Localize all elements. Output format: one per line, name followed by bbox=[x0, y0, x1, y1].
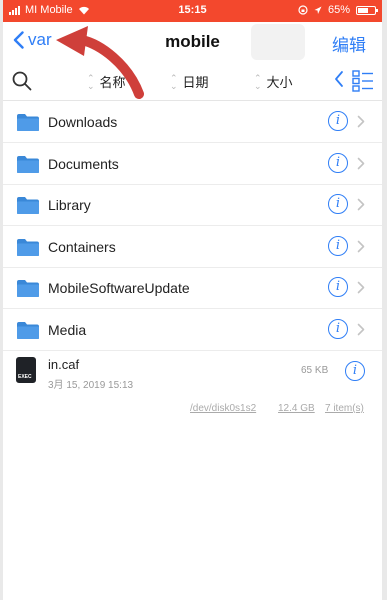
battery-percent: 65% bbox=[327, 4, 350, 16]
sort-by-date-button[interactable]: ⌃ ⌄ 日期 bbox=[170, 72, 209, 91]
info-icon[interactable]: i bbox=[328, 152, 348, 173]
folder-name: Library bbox=[48, 197, 91, 213]
item-count: 7 item(s) bbox=[325, 403, 364, 414]
sort-arrows-icon: ⌃ ⌄ bbox=[87, 72, 95, 91]
storage-capacity: 12.4 GB bbox=[278, 403, 315, 414]
folder-icon bbox=[17, 238, 39, 256]
file-row[interactable]: EXEC in.caf 3月 15, 2019 15:13 65 KB i bbox=[3, 348, 382, 396]
sort-name-label: 名称 bbox=[99, 75, 126, 90]
grid-view-icon[interactable] bbox=[352, 70, 374, 92]
folder-row[interactable]: Library i bbox=[3, 184, 382, 226]
folder-name: Documents bbox=[48, 155, 119, 172]
info-icon[interactable]: i bbox=[328, 111, 348, 131]
folder-row[interactable]: MobileSoftwareUpdate i bbox=[3, 267, 382, 309]
sort-by-name-button[interactable]: ⌃ ⌄ 名称 bbox=[87, 72, 126, 91]
info-icon[interactable]: i bbox=[345, 361, 365, 381]
chevron-right-icon bbox=[357, 157, 365, 169]
file-name: in.caf bbox=[48, 357, 80, 372]
info-icon[interactable]: i bbox=[328, 277, 348, 297]
folder-icon bbox=[17, 280, 39, 297]
sort-by-size-button[interactable]: ⌃ ⌄ 大小 bbox=[254, 72, 293, 91]
status-bar: MI Mobile 15:15 65% bbox=[3, 0, 382, 22]
overlay-ghost bbox=[251, 24, 305, 60]
collapse-chevron-icon[interactable] bbox=[334, 70, 344, 88]
file-icon-label: EXEC bbox=[18, 374, 32, 380]
sort-arrows-icon: ⌃ ⌄ bbox=[254, 72, 262, 91]
folder-icon bbox=[17, 197, 39, 214]
folder-row[interactable]: Downloads i bbox=[3, 101, 382, 143]
page-title: mobile bbox=[165, 32, 220, 51]
folder-row[interactable]: Containers i bbox=[3, 226, 382, 268]
executable-file-icon: EXEC bbox=[16, 357, 36, 383]
chevron-right-icon bbox=[357, 115, 365, 128]
sort-size-label: 大小 bbox=[266, 75, 293, 90]
sort-date-label: 日期 bbox=[182, 75, 209, 90]
info-icon[interactable]: i bbox=[328, 318, 348, 339]
rotation-lock-icon bbox=[298, 5, 308, 15]
file-date: 3月 15, 2019 15:13 bbox=[48, 380, 134, 391]
battery-icon bbox=[356, 5, 378, 15]
folder-name: Containers bbox=[48, 238, 116, 255]
edit-button[interactable]: 编辑 bbox=[332, 31, 366, 56]
folder-icon bbox=[17, 114, 39, 131]
folder-row[interactable]: Documents i bbox=[3, 143, 382, 185]
folder-name: Downloads bbox=[48, 114, 118, 130]
chevron-right-icon bbox=[357, 281, 365, 294]
folder-icon bbox=[17, 155, 39, 173]
folder-icon bbox=[17, 321, 39, 339]
storage-footer: /dev/disk0s1s2 12.4 GB 7 item(s) bbox=[3, 403, 382, 419]
chevron-right-icon bbox=[357, 323, 365, 335]
navigation-bar: var mobile 编辑 bbox=[3, 22, 382, 62]
sort-toolbar: ⌃ ⌄ 名称 ⌃ ⌄ 日期 ⌃ ⌄ 大小 bbox=[3, 62, 382, 101]
chevron-right-icon bbox=[357, 240, 365, 252]
file-size: 65 KB bbox=[301, 365, 329, 376]
folder-name: Media bbox=[48, 321, 87, 338]
folder-name: MobileSoftwareUpdate bbox=[48, 280, 190, 296]
folder-row[interactable]: Media i bbox=[3, 309, 382, 351]
info-icon[interactable]: i bbox=[328, 235, 348, 256]
sort-arrows-icon: ⌃ ⌄ bbox=[170, 72, 178, 91]
status-right: 65% bbox=[298, 4, 378, 16]
search-icon[interactable] bbox=[11, 70, 33, 92]
device-path: /dev/disk0s1s2 bbox=[190, 403, 257, 414]
location-icon bbox=[314, 6, 322, 14]
chevron-right-icon bbox=[357, 198, 365, 211]
info-icon[interactable]: i bbox=[328, 194, 348, 214]
phone-screen: MI Mobile 15:15 65% var mobile 编辑 ⌃ ⌄ 名称 … bbox=[3, 0, 382, 600]
